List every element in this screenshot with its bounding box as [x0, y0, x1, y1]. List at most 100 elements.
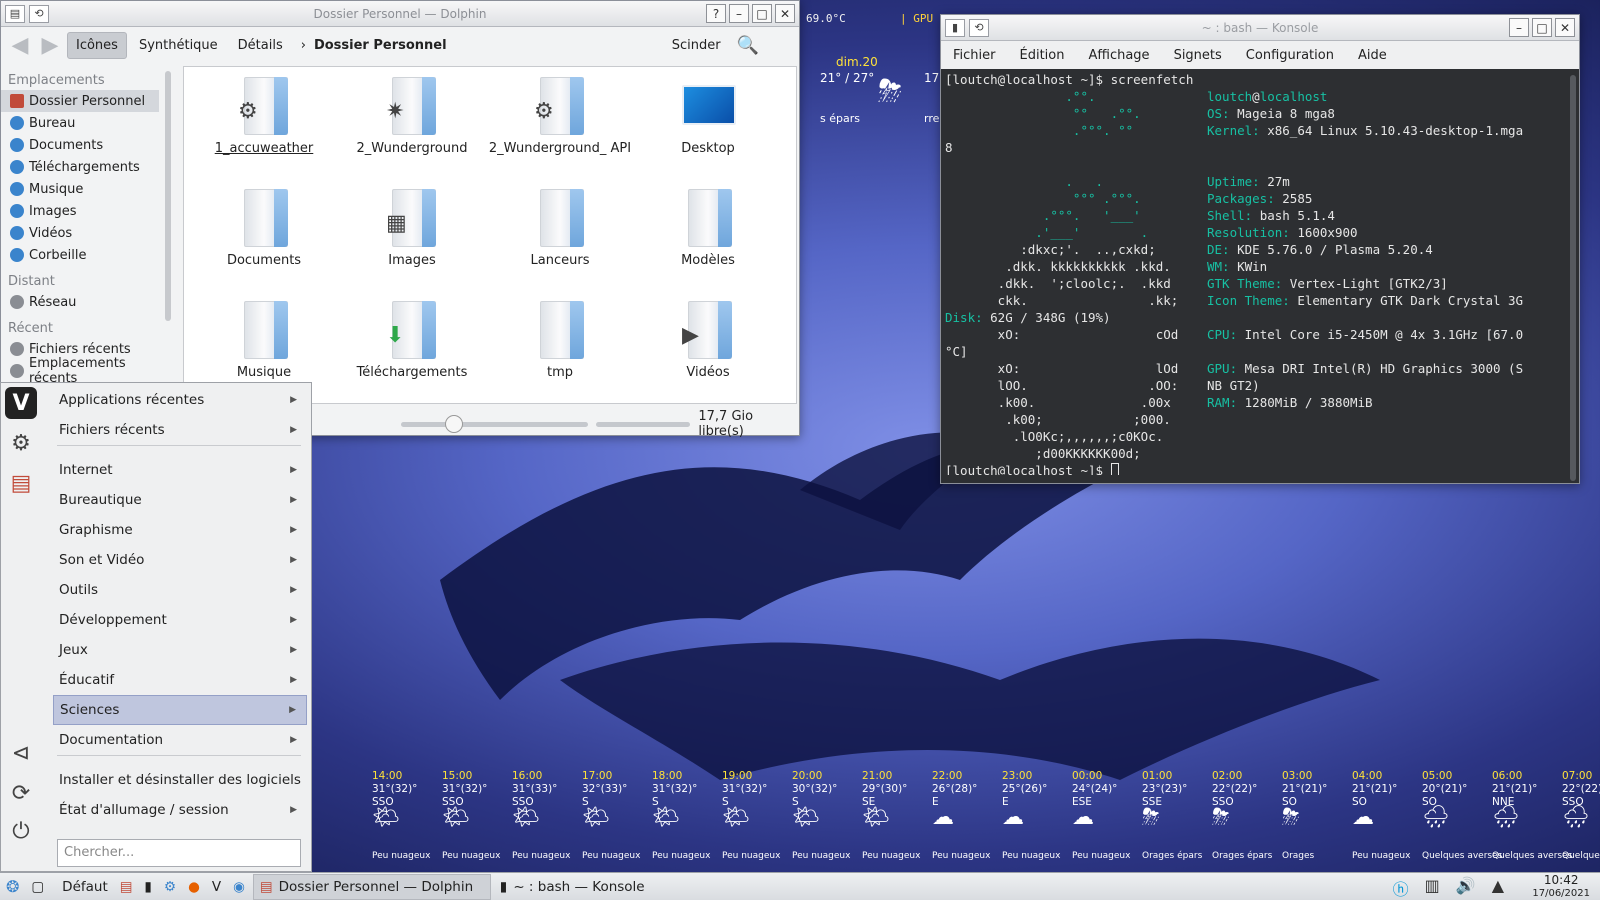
maximize-button[interactable]: □: [752, 4, 772, 23]
task-konsole[interactable]: ▮ ~ : bash — Konsole: [493, 874, 731, 900]
expand-tray-icon[interactable]: ▲: [1492, 876, 1504, 900]
pin-icon[interactable]: ⟲: [969, 18, 989, 37]
hour-condition: Peu nuageux: [932, 851, 991, 861]
file-manager-launcher-icon[interactable]: ▤: [114, 874, 139, 900]
show-desktop-icon[interactable]: ▢: [25, 874, 50, 900]
minimize-button[interactable]: –: [729, 4, 749, 23]
file-item[interactable]: Lanceurs: [486, 185, 634, 297]
terminal-launcher-icon[interactable]: ▮: [139, 874, 158, 900]
menu-item-son-et-video[interactable]: Son et Vidéo ▶: [53, 545, 307, 575]
sidebar-item-reseau[interactable]: Réseau: [1, 291, 171, 313]
menu-item-documentation[interactable]: Documentation ▶: [53, 725, 307, 755]
zoom-slider[interactable]: [401, 414, 588, 433]
hour-condition: Peu nuageux: [582, 851, 641, 861]
clock[interactable]: 10:42 17/06/2021: [1532, 874, 1590, 900]
file-item[interactable]: Modèles: [634, 185, 782, 297]
file-manager-icon[interactable]: ▤: [5, 467, 37, 499]
menu-item-internet[interactable]: Internet ▶: [53, 455, 307, 485]
music-icon: [10, 182, 24, 196]
hour-condition: Quelques averses: [1562, 851, 1600, 861]
firefox-icon[interactable]: ●: [182, 874, 206, 900]
sidebar-item-telechargements[interactable]: Téléchargements: [1, 156, 171, 178]
forward-arrow-icon[interactable]: ▶: [37, 32, 63, 58]
sidebar-item-videos[interactable]: Vidéos: [1, 222, 171, 244]
pin-icon[interactable]: ⟲: [29, 4, 49, 23]
menu-item-bureautique[interactable]: Bureautique ▶: [53, 485, 307, 515]
file-item[interactable]: ✷ 2_Wunderground: [338, 73, 486, 185]
minimize-button[interactable]: –: [1509, 18, 1529, 37]
hp-icon[interactable]: ⓗ: [1393, 876, 1409, 900]
menu-search-input[interactable]: Chercher...: [57, 839, 301, 867]
menu-item-applications-recentes[interactable]: Applications récentes ▶: [53, 385, 307, 415]
places-scrollbar[interactable]: [165, 71, 171, 321]
sidebar-item-documents[interactable]: Documents: [1, 134, 171, 156]
breadcrumb[interactable]: Dossier Personnel: [314, 38, 447, 53]
terminal-scrollbar[interactable]: [1570, 75, 1576, 481]
file-item[interactable]: ▶ Vidéos: [634, 297, 782, 409]
terminal-output[interactable]: [loutch@localhost ~]$ screenfetch .°°. lo…: [945, 71, 1565, 475]
close-button[interactable]: ✕: [1555, 18, 1575, 37]
dolphin-app-icon[interactable]: ▤: [5, 4, 25, 23]
menu-item-sciences[interactable]: Sciences ▶: [53, 695, 307, 725]
sidebar-item-dossier-personnel[interactable]: Dossier Personnel: [1, 90, 159, 112]
menu-item-installer-et-desinstaller-des-logiciels[interactable]: Installer et désinstaller des logiciels: [53, 765, 307, 795]
back-arrow-icon[interactable]: ◀: [7, 32, 33, 58]
refresh-icon[interactable]: ⟳: [5, 777, 37, 809]
view-compact-button[interactable]: Synthétique: [131, 33, 226, 58]
menu-item-outils[interactable]: Outils ▶: [53, 575, 307, 605]
recent-heading: Récent: [8, 321, 53, 336]
file-item[interactable]: ⚙ 1_accuweather: [190, 73, 338, 185]
menu-affichage[interactable]: Affichage: [1088, 48, 1149, 63]
back-icon[interactable]: ⊲: [5, 737, 37, 769]
menu-item-graphisme[interactable]: Graphisme ▶: [53, 515, 307, 545]
volume-icon[interactable]: 🔊: [1456, 876, 1476, 900]
view-icons-button[interactable]: Icônes: [67, 31, 127, 59]
settings-launcher-icon[interactable]: ⚙: [158, 874, 182, 900]
konsole-titlebar[interactable]: ▮ ⟲ ~ : bash — Konsole – □ ✕: [941, 15, 1579, 41]
updater-icon[interactable]: ◉: [227, 874, 251, 900]
menu-item-educatif[interactable]: Éducatif ▶: [53, 665, 307, 695]
sidebar-item-emplacements-recents[interactable]: Emplacements récents: [1, 356, 171, 386]
vivaldi-icon[interactable]: V: [5, 387, 37, 419]
task-dolphin[interactable]: ▤ Dossier Personnel — Dolphin: [252, 873, 491, 900]
maximize-button[interactable]: □: [1532, 18, 1552, 37]
file-item[interactable]: tmp: [486, 297, 634, 409]
menu-item-label: État d'allumage / session: [59, 802, 229, 818]
info-value: 2585: [1282, 191, 1313, 206]
clipboard-icon[interactable]: ▥: [1425, 876, 1440, 900]
file-item[interactable]: ▦ Images: [338, 185, 486, 297]
file-item[interactable]: Documents: [190, 185, 338, 297]
settings-gear-icon[interactable]: ⚙: [5, 427, 37, 459]
view-details-button[interactable]: Détails: [230, 33, 291, 58]
rain-icon: 🌧: [1492, 805, 1520, 830]
kde-launcher-icon[interactable]: ❂: [0, 874, 25, 900]
sidebar-item-corbeille[interactable]: Corbeille: [1, 244, 171, 266]
menu-item-jeux[interactable]: Jeux ▶: [53, 635, 307, 665]
zoom-slider-handle[interactable]: [445, 414, 463, 433]
menu-item-etat-d-allumage-session[interactable]: État d'allumage / session ▶: [53, 795, 307, 825]
file-item[interactable]: ⚙ 2_Wunderground_ API: [486, 73, 634, 185]
menu-item-fichiers-recents[interactable]: Fichiers récents ▶: [53, 415, 307, 445]
menu-aide[interactable]: Aide: [1358, 48, 1387, 63]
search-icon[interactable]: 🔍: [737, 35, 759, 56]
power-icon[interactable]: ⏻: [5, 815, 37, 847]
sidebar-item-label: Vidéos: [29, 225, 73, 241]
close-button[interactable]: ✕: [775, 4, 795, 23]
sidebar-item-bureau[interactable]: Bureau: [1, 112, 171, 134]
hour-time: 20:00: [792, 770, 823, 782]
sidebar-item-musique[interactable]: Musique: [1, 178, 171, 200]
menu-item-developpement[interactable]: Développement ▶: [53, 605, 307, 635]
activity-label[interactable]: Défaut: [56, 874, 114, 900]
menu-signets[interactable]: Signets: [1174, 48, 1222, 63]
menu-edition[interactable]: Édition: [1020, 48, 1065, 63]
split-button[interactable]: Scinder: [672, 38, 721, 53]
sidebar-item-images[interactable]: Images: [1, 200, 171, 222]
terminal-app-icon[interactable]: ▮: [945, 18, 965, 37]
menu-fichier[interactable]: Fichier: [953, 48, 996, 63]
menu-configuration[interactable]: Configuration: [1246, 48, 1334, 63]
help-button[interactable]: ?: [706, 4, 726, 23]
dolphin-titlebar[interactable]: ▤ ⟲ Dossier Personnel — Dolphin ? – □ ✕: [1, 1, 799, 27]
file-item[interactable]: Desktop: [634, 73, 782, 185]
file-item[interactable]: ⬇ Téléchargements: [338, 297, 486, 409]
vivaldi-launcher-icon[interactable]: V: [206, 874, 227, 900]
